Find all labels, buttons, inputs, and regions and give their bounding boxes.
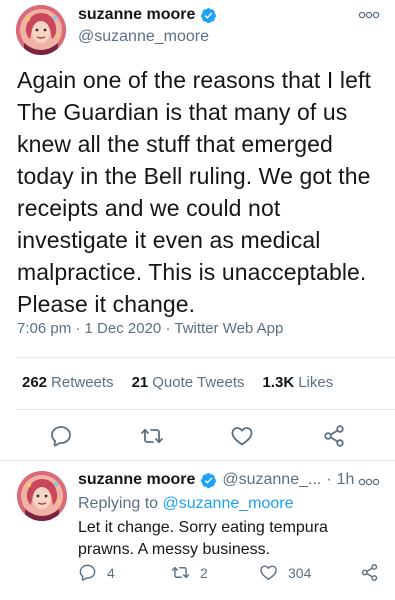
likes-count: 1.3K <box>262 374 295 391</box>
meta-separator: · <box>75 320 81 337</box>
more-options-icon[interactable] <box>358 10 380 20</box>
retweets-label: Retweets <box>51 374 114 391</box>
share-button[interactable] <box>360 563 379 582</box>
reply-actions: 4 2 304 <box>0 563 395 587</box>
tweet-date[interactable]: 1 Dec 2020 <box>85 320 162 337</box>
avatar[interactable] <box>16 5 66 55</box>
author-name[interactable]: suzanne moore <box>78 471 195 489</box>
reply-author-row: suzanne moore @suzanne_... · 1h <box>78 471 354 489</box>
meta-separator: · <box>326 471 332 488</box>
tweet-stats: 262 Retweets 21 Quote Tweets 1.3K Likes <box>22 374 333 391</box>
tweet-timestamp: 7:06 pm · 1 Dec 2020 · Twitter Web App <box>17 320 283 337</box>
reply-text: Let it change. Sorry eating tempura praw… <box>78 519 328 558</box>
divider <box>16 409 395 410</box>
reply-icon <box>79 564 96 581</box>
retweet-icon[interactable] <box>140 424 164 448</box>
quote-label: Quote Tweets <box>152 374 245 391</box>
author-handle[interactable]: @suzanne_moore <box>78 28 209 46</box>
share-icon[interactable] <box>322 424 346 448</box>
author-row: suzanne moore <box>78 6 217 24</box>
avatar[interactable] <box>17 471 67 521</box>
likes-label: Likes <box>298 374 334 391</box>
retweets-count: 262 <box>22 374 48 391</box>
tweet-text: Again one of the reasons that I left The… <box>17 67 371 317</box>
verified-badge-icon <box>201 472 217 488</box>
tweet-actions <box>0 420 395 452</box>
reply-tweet[interactable]: suzanne moore @suzanne_... · 1h Replying… <box>0 461 395 600</box>
retweet-button[interactable]: 2 <box>171 563 208 582</box>
tweet-source: Twitter Web App <box>174 320 284 337</box>
quote-tweets-stat[interactable]: 21 Quote Tweets <box>132 374 245 391</box>
meta-separator: · <box>165 320 171 337</box>
like-icon[interactable] <box>230 424 254 448</box>
replying-prefix: Replying to <box>78 495 159 512</box>
replying-to: Replying to @suzanne_moore <box>78 495 293 513</box>
author-handle[interactable]: @suzanne_... <box>222 471 321 489</box>
likes-stat[interactable]: 1.3K Likes <box>263 374 334 391</box>
replying-mention[interactable]: @suzanne_moore <box>163 495 294 512</box>
divider <box>16 357 395 358</box>
quote-count: 21 <box>131 374 149 391</box>
tweet-age[interactable]: 1h <box>337 471 355 489</box>
retweet-count: 2 <box>200 564 208 581</box>
tweet-time[interactable]: 7:06 pm <box>17 320 71 337</box>
main-tweet: suzanne moore @suzanne_moore Again one o… <box>0 0 395 460</box>
share-icon <box>361 564 378 581</box>
retweets-stat[interactable]: 262 Retweets <box>22 374 114 391</box>
reply-count: 4 <box>107 564 115 581</box>
reply-button[interactable]: 4 <box>78 563 115 582</box>
like-button[interactable]: 304 <box>259 563 311 582</box>
verified-badge-icon <box>201 7 217 23</box>
retweet-icon <box>171 566 190 579</box>
like-icon <box>260 565 277 580</box>
more-options-icon[interactable] <box>358 477 380 487</box>
like-count: 304 <box>288 564 312 581</box>
reply-icon[interactable] <box>49 424 73 448</box>
author-name[interactable]: suzanne moore <box>78 6 195 24</box>
